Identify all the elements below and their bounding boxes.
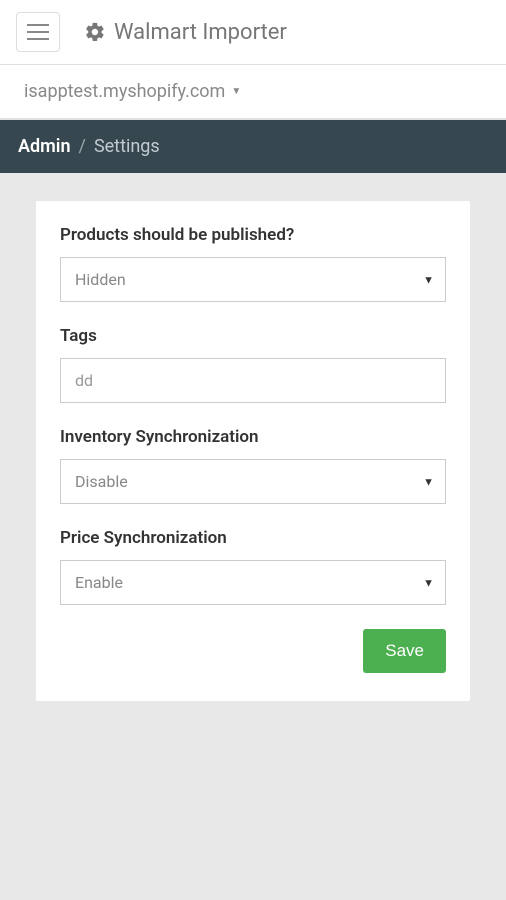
caret-down-icon: ▼: [231, 86, 241, 97]
inventory-select[interactable]: Disable: [60, 459, 446, 504]
price-select[interactable]: Enable: [60, 560, 446, 605]
store-selector[interactable]: isapptest.myshopify.com ▼: [24, 81, 241, 102]
breadcrumb-root[interactable]: Admin: [18, 136, 71, 157]
breadcrumb-separator: /: [79, 136, 86, 157]
app-title-text: Walmart Importer: [114, 20, 287, 45]
topbar: Walmart Importer: [0, 0, 506, 65]
inventory-label: Inventory Synchronization: [60, 427, 446, 447]
form-group-price: Price Synchronization Enable ▼: [60, 528, 446, 605]
published-label: Products should be published?: [60, 225, 446, 245]
app-title: Walmart Importer: [84, 20, 287, 45]
price-label: Price Synchronization: [60, 528, 446, 548]
form-actions: Save: [60, 629, 446, 673]
settings-card: Products should be published? Hidden ▼ T…: [36, 201, 470, 701]
store-selector-bar: isapptest.myshopify.com ▼: [0, 65, 506, 120]
gear-icon: [84, 21, 106, 43]
form-group-inventory: Inventory Synchronization Disable ▼: [60, 427, 446, 504]
hamburger-menu-button[interactable]: [16, 12, 60, 52]
published-select[interactable]: Hidden: [60, 257, 446, 302]
form-group-published: Products should be published? Hidden ▼: [60, 225, 446, 302]
form-group-tags: Tags: [60, 326, 446, 403]
breadcrumb: Admin / Settings: [0, 120, 506, 173]
tags-input[interactable]: [60, 358, 446, 403]
tags-label: Tags: [60, 326, 446, 346]
store-name: isapptest.myshopify.com: [24, 81, 225, 102]
content-area: Products should be published? Hidden ▼ T…: [0, 173, 506, 729]
breadcrumb-current: Settings: [94, 136, 160, 157]
save-button[interactable]: Save: [363, 629, 446, 673]
